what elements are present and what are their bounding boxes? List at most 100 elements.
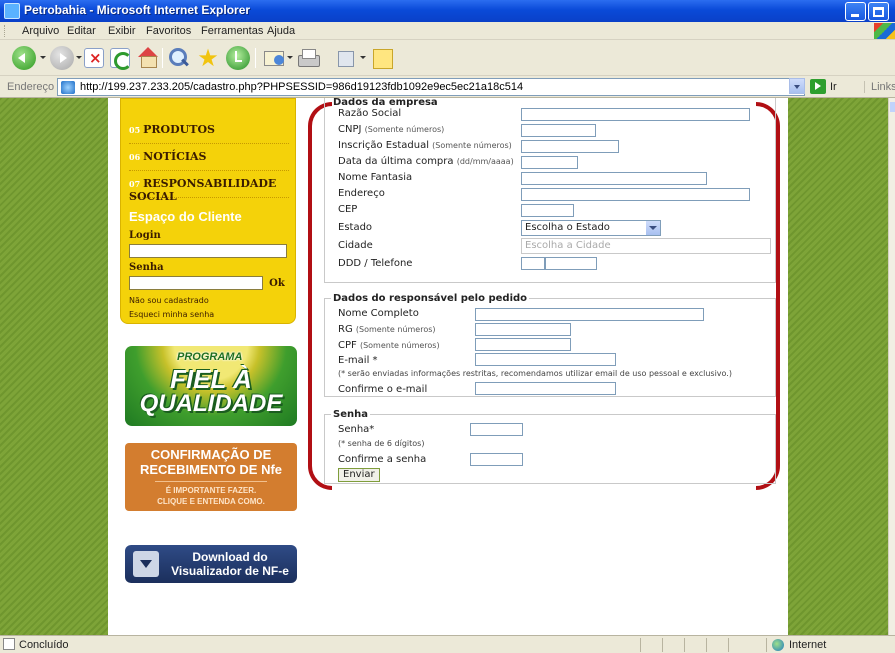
minimize-button[interactable] <box>845 2 866 21</box>
menu-exibir[interactable]: Exibir <box>108 25 136 37</box>
sidebar-item-label: RESPONSABILIDADE SOCIAL <box>129 177 277 203</box>
window-title: Petrobahia - Microsoft Internet Explorer <box>24 3 251 17</box>
grip-icon <box>4 25 6 37</box>
inscricao-estadual-label: Inscrição Estadual (Somente números) <box>338 140 512 151</box>
edit-dropdown-icon[interactable] <box>360 56 366 62</box>
menu-editar[interactable]: Editar <box>67 25 96 37</box>
forward-icon[interactable] <box>50 46 74 70</box>
search-icon[interactable] <box>166 46 190 70</box>
endereco-label: Endereço <box>338 188 385 199</box>
confirm-senha-label: Confirme a senha <box>338 454 427 465</box>
inscricao-estadual-input[interactable] <box>521 140 619 153</box>
go-button[interactable]: Ir <box>830 81 837 93</box>
telefone-label: DDD / Telefone <box>338 258 413 269</box>
stop-icon[interactable] <box>84 48 104 68</box>
windows-logo-icon <box>874 23 895 39</box>
menu-favoritos[interactable]: Favoritos <box>146 25 191 37</box>
client-area-title: Espaço do Cliente <box>129 209 242 224</box>
title-bar: Petrobahia - Microsoft Internet Explorer <box>0 0 895 22</box>
links-button[interactable]: Links <box>864 81 895 93</box>
password-input[interactable] <box>129 276 263 290</box>
confirm-senha-input[interactable] <box>470 453 523 466</box>
back-dropdown-icon[interactable] <box>40 56 46 62</box>
estado-select[interactable]: Escolha o Estado <box>521 220 661 236</box>
address-label: Endereço <box>7 81 55 93</box>
page-viewport: 05 PRODUTOS 06 NOTÍCIAS 07 RESPONSABILIDADE… <box>0 98 888 635</box>
history-icon[interactable] <box>226 46 250 70</box>
not-registered-link[interactable]: Não sou cadastrado <box>129 296 209 305</box>
toolbar-separator <box>162 48 163 68</box>
cidade-select[interactable]: Escolha a Cidade <box>521 238 771 254</box>
status-bar: Concluído Internet <box>0 635 895 653</box>
download-nfe-viewer-banner[interactable]: Download do Visualizador de NF-e <box>125 545 297 583</box>
menu-ajuda[interactable]: Ajuda <box>267 25 295 37</box>
ok-button[interactable]: Ok <box>265 277 289 291</box>
razao-social-label: Razão Social <box>338 108 402 119</box>
cpf-input[interactable] <box>475 338 571 351</box>
nome-completo-input[interactable] <box>475 308 704 321</box>
nome-fantasia-input[interactable] <box>521 172 707 185</box>
internet-globe-icon <box>772 639 784 651</box>
download-icon <box>133 551 159 577</box>
ddd-input[interactable] <box>521 257 545 270</box>
sidebar-item-noticias[interactable]: 06 NOTÍCIAS <box>129 144 289 171</box>
sidebar-item-label: PRODUTOS <box>143 123 215 136</box>
cep-label: CEP <box>338 204 358 215</box>
forgot-password-link[interactable]: Esqueci minha senha <box>129 310 214 319</box>
sidebar-menu: 05 PRODUTOS 06 NOTÍCIAS 07 RESPONSABILIDADE… <box>120 98 296 324</box>
address-url: http://199.237.233.205/cadastro.php?PHPS… <box>80 81 524 93</box>
nome-fantasia-label: Nome Fantasia <box>338 172 413 183</box>
edit-icon[interactable] <box>334 46 358 70</box>
back-icon[interactable] <box>12 46 36 70</box>
razao-social-input[interactable] <box>521 108 750 121</box>
sidebar-item-label: NOTÍCIAS <box>143 150 207 163</box>
fiel-qualidade-banner[interactable]: PROGRAMA FIEL À QUALIDADE <box>125 346 297 426</box>
email-label: E-mail * <box>338 355 378 366</box>
nfe-confirmation-banner[interactable]: CONFIRMAÇÃO DE RECEBIMENTO DE Nfe É IMPO… <box>125 443 297 511</box>
senha-label: Senha* <box>338 424 375 435</box>
page-done-icon <box>3 638 15 650</box>
senha-hint: (* senha de 6 dígitos) <box>338 439 425 448</box>
mail-dropdown-icon[interactable] <box>287 56 293 62</box>
cep-input[interactable] <box>521 204 574 217</box>
refresh-icon[interactable] <box>110 48 132 70</box>
print-icon[interactable] <box>296 46 320 70</box>
email-input[interactable] <box>475 353 616 366</box>
address-dropdown-icon[interactable] <box>789 78 805 94</box>
sidebar-item-produtos[interactable]: 05 PRODUTOS <box>129 117 289 144</box>
page-content: 05 PRODUTOS 06 NOTÍCIAS 07 RESPONSABILIDADE… <box>108 98 788 635</box>
data-ultima-compra-input[interactable] <box>521 156 578 169</box>
cnpj-label: CNPJ (Somente números) <box>338 124 445 135</box>
notes-icon[interactable] <box>370 46 394 70</box>
menu-ferramentas[interactable]: Ferramentas <box>201 25 263 37</box>
toolbar-separator <box>255 48 256 68</box>
favorites-star-icon[interactable]: ★ <box>196 46 220 70</box>
endereco-input[interactable] <box>521 188 750 201</box>
enviar-button[interactable]: Enviar <box>338 468 380 482</box>
confirm-email-input[interactable] <box>475 382 616 395</box>
security-zone: Internet <box>789 639 827 651</box>
fieldset-legend: Dados da empresa <box>333 98 438 108</box>
toolbar: ★ <box>0 40 895 76</box>
rg-input[interactable] <box>475 323 571 336</box>
data-ultima-compra-label: Data da última compra (dd/mm/aaaa) <box>338 156 514 167</box>
address-input[interactable]: http://199.237.233.205/cadastro.php?PHPS… <box>57 78 805 96</box>
status-text: Concluído <box>19 639 69 651</box>
login-label: Login <box>129 230 161 241</box>
menu-bar: Arquivo Editar Exibir Favoritos Ferramen… <box>0 22 895 40</box>
estado-label: Estado <box>338 222 373 233</box>
telefone-input[interactable] <box>545 257 597 270</box>
nome-completo-label: Nome Completo <box>338 308 419 319</box>
rg-label: RG (Somente números) <box>338 324 436 335</box>
cnpj-input[interactable] <box>521 124 596 137</box>
maximize-button[interactable] <box>868 2 889 21</box>
menu-arquivo[interactable]: Arquivo <box>22 25 59 37</box>
mail-icon[interactable] <box>262 46 286 70</box>
go-arrow-icon[interactable] <box>810 79 826 94</box>
sidebar-item-responsabilidade-social[interactable]: 07 RESPONSABILIDADE SOCIAL <box>129 171 289 203</box>
login-input[interactable] <box>129 244 287 258</box>
vertical-scrollbar[interactable] <box>888 98 895 635</box>
senha-input[interactable] <box>470 423 523 436</box>
home-icon[interactable] <box>136 46 160 70</box>
forward-dropdown-icon[interactable] <box>76 56 82 62</box>
